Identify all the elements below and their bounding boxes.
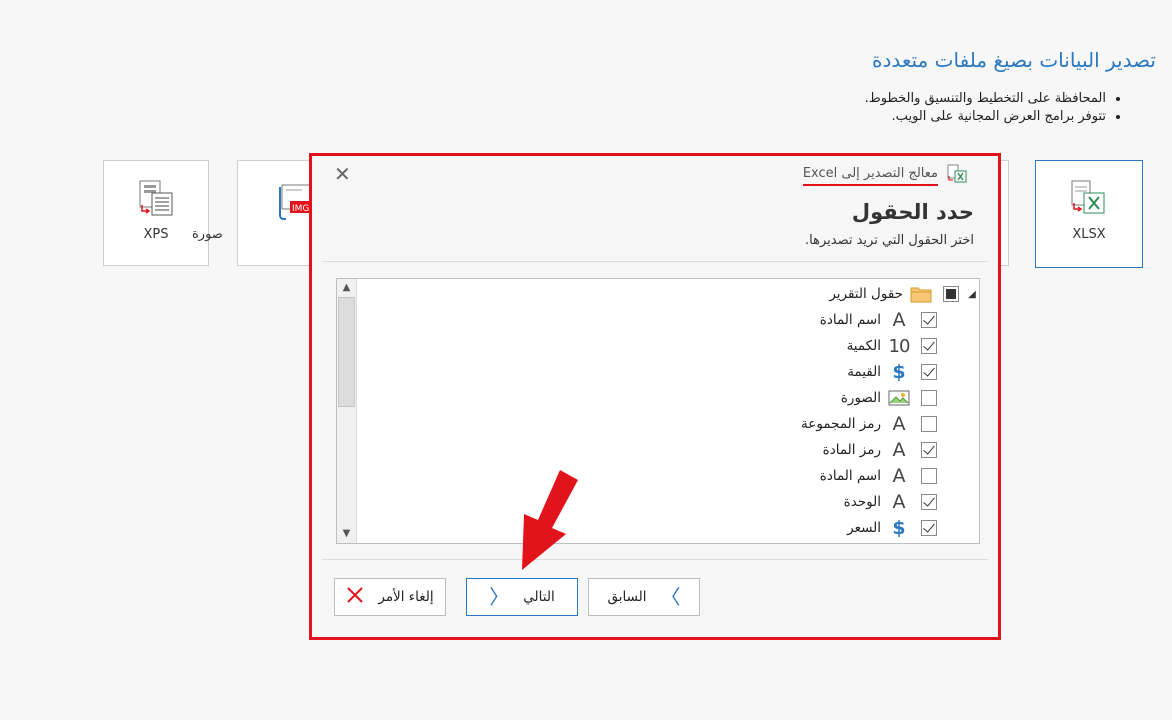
number-field-icon: 10 (888, 335, 911, 357)
dialog-subtitle: اختر الحقول التي تريد تصديرها. (805, 233, 974, 248)
checkbox[interactable] (921, 520, 937, 536)
scroll-thumb[interactable] (338, 297, 355, 407)
divider (322, 261, 988, 262)
cancel-button[interactable]: إلغاء الأمر (334, 578, 446, 616)
scroll-down-icon[interactable]: ▼ (337, 525, 356, 543)
checkbox[interactable] (921, 468, 937, 484)
format-tile-xps[interactable]: XPS (103, 160, 209, 266)
annotation-arrow (508, 466, 588, 580)
divider (322, 559, 988, 560)
tree-row[interactable]: الصورة (841, 385, 943, 411)
tree-item-label: اسم المادة (819, 312, 881, 328)
checkbox[interactable] (921, 416, 937, 432)
tree-row[interactable]: $ السعر (847, 515, 943, 541)
tree-item-label: السعر (847, 520, 881, 536)
format-label: XLSX (1072, 227, 1106, 242)
text-field-icon: A (892, 308, 906, 331)
vertical-scrollbar[interactable]: ▲ ▼ (337, 279, 357, 543)
tree-row[interactable]: A الوحدة (844, 489, 943, 515)
text-field-icon: A (892, 464, 906, 487)
dialog-heading: حدد الحقول (851, 200, 974, 224)
text-field-icon: A (892, 490, 906, 513)
xps-document-icon (136, 179, 176, 223)
format-tile-xlsx[interactable]: XLSX (1035, 160, 1143, 268)
checkbox[interactable] (921, 494, 937, 510)
feature-item: المحافظة على التخطيط والتنسيق والخطوط. (865, 90, 1106, 108)
tree-item-label: حقول التقرير (829, 286, 903, 302)
feature-list: المحافظة على التخطيط والتنسيق والخطوط. ت… (865, 90, 1124, 126)
currency-field-icon: $ (892, 361, 906, 383)
currency-field-icon: $ (892, 517, 906, 539)
tree-root-row[interactable]: ◢ حقول التقرير (829, 281, 979, 307)
feature-item: تتوفر برامج العرض المجانية على الويب. (865, 108, 1106, 126)
text-field-icon: A (892, 438, 906, 461)
tree-row[interactable]: A اسم المادة (820, 307, 943, 333)
chevron-left-icon: 〉 (660, 585, 681, 609)
text-field-icon: A (892, 412, 906, 435)
tree-item-label: القيمة (847, 364, 881, 380)
format-label: صورة (192, 227, 223, 242)
tree-item-label: الوحدة (843, 494, 881, 510)
xlsx-excel-icon (1068, 179, 1110, 223)
tree-row[interactable]: 10 الكمية (847, 333, 943, 359)
scroll-up-icon[interactable]: ▲ (337, 279, 356, 297)
tree-row[interactable]: $ القيمة (847, 359, 943, 385)
checkbox[interactable] (921, 442, 937, 458)
checkbox[interactable] (943, 286, 959, 302)
next-button-label: التالي (523, 589, 555, 605)
dialog-titlebar: معالج التصدير إلى Excel (802, 164, 968, 188)
cancel-button-label: إلغاء الأمر (378, 589, 434, 605)
svg-text:IMG: IMG (292, 204, 309, 214)
tree-item-label: الكمية (846, 338, 881, 354)
back-button-label: السابق (607, 589, 647, 605)
chevron-right-icon: 〈 (489, 585, 510, 609)
dialog-title: معالج التصدير إلى Excel (802, 166, 938, 186)
tree-item-label: الصورة (840, 390, 881, 406)
fields-tree[interactable]: ▲ ▼ ◢ حقول التقرير A اسم المادة 10 الكمي… (336, 278, 980, 544)
tree-row[interactable]: A اسم المادة (820, 463, 943, 489)
export-wizard-dialog: ✕ معالج التصدير إلى Excel حدد الحقول اخت… (309, 153, 1001, 640)
checkbox[interactable] (921, 390, 937, 406)
image-field-icon (887, 388, 911, 408)
tree-row[interactable]: A رمز المادة (823, 437, 943, 463)
folder-icon (909, 284, 933, 304)
collapse-icon[interactable]: ◢ (965, 289, 979, 300)
excel-export-icon (946, 164, 968, 188)
checkbox[interactable] (921, 312, 937, 328)
cancel-x-icon (346, 586, 364, 608)
tree-row[interactable]: A رمز المجموعة (801, 411, 943, 437)
tree-item-label: اسم المادة (819, 468, 881, 484)
tree-item-label: رمز المجموعة (801, 416, 881, 432)
back-button[interactable]: 〉 السابق (588, 578, 700, 616)
checkbox[interactable] (921, 364, 937, 380)
page-heading: تصدير البيانات بصيغ ملفات متعددة (872, 48, 1156, 72)
checkbox[interactable] (921, 338, 937, 354)
tree-item-label: رمز المادة (822, 442, 881, 458)
close-icon[interactable]: ✕ (334, 164, 351, 184)
next-button[interactable]: التالي 〈 (466, 578, 578, 616)
